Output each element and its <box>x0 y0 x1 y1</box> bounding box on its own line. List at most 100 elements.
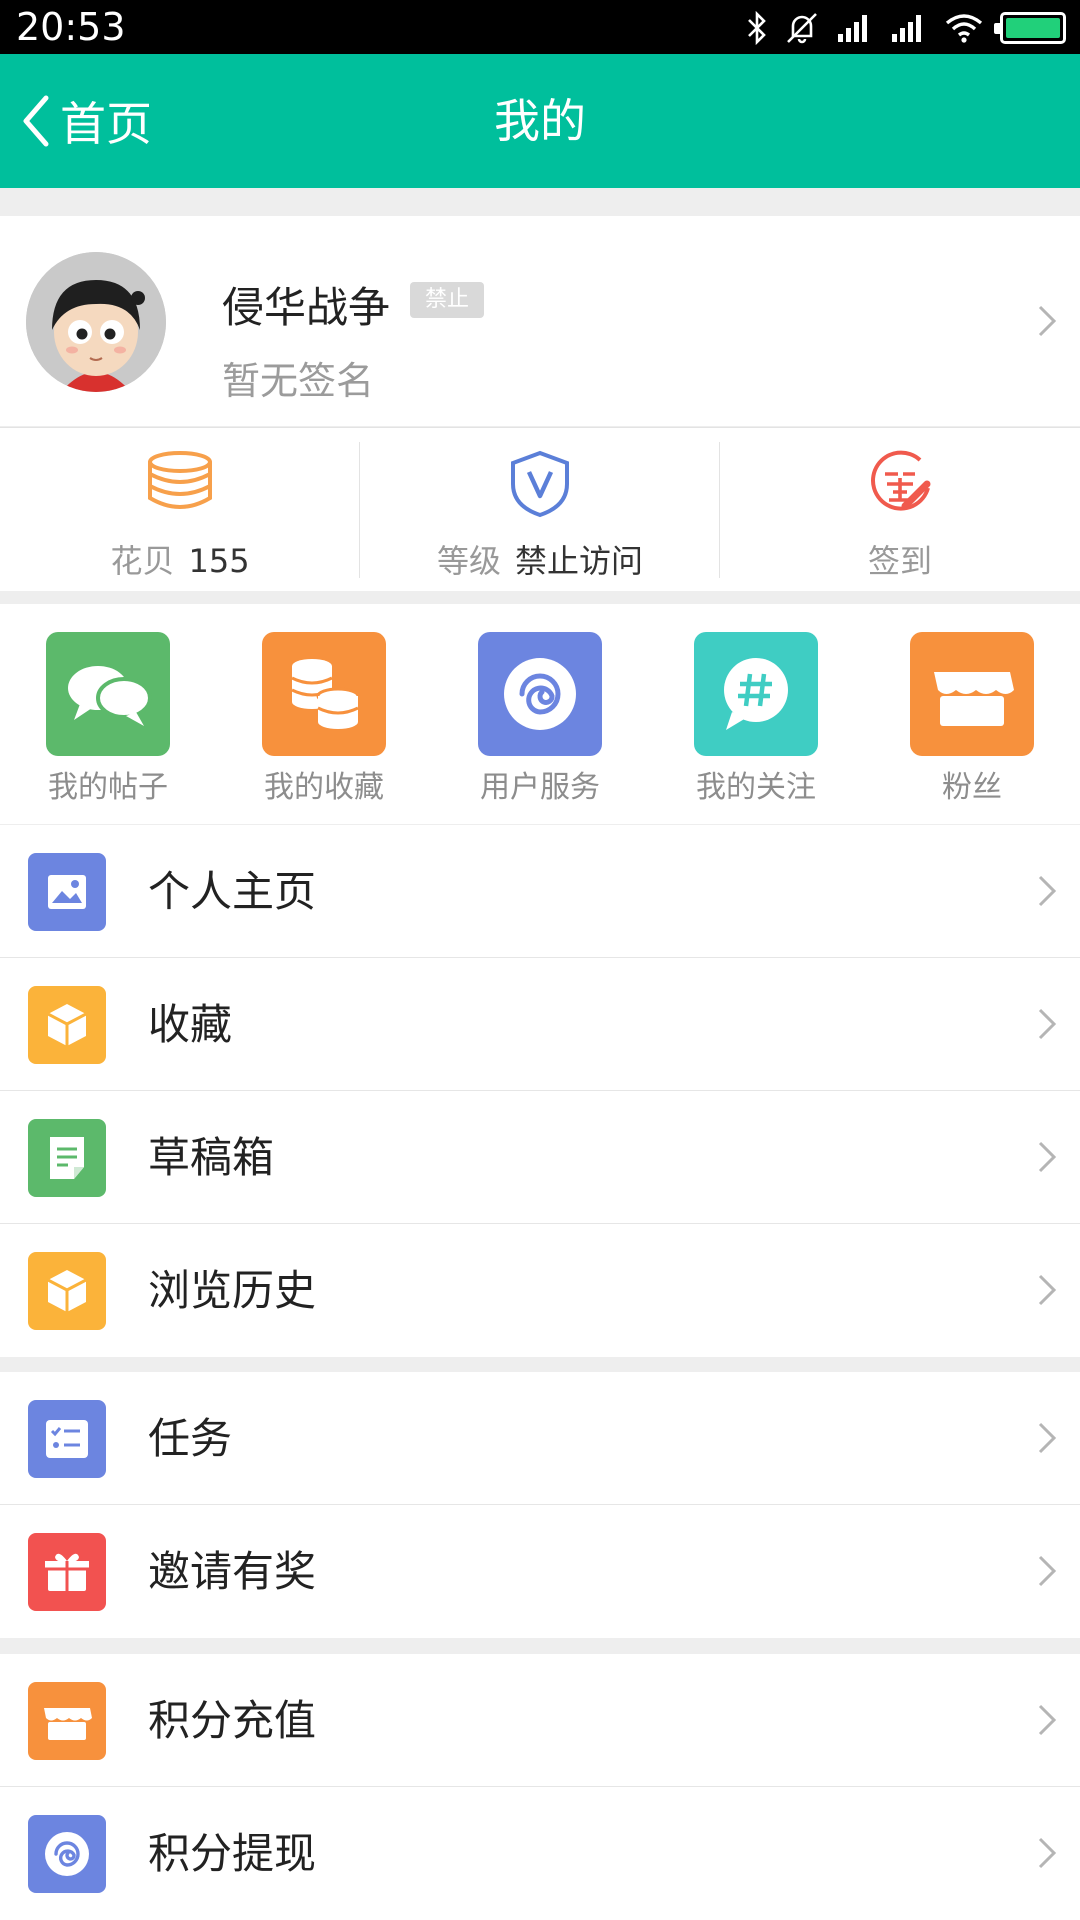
grid-item-user-service[interactable]: 用户服务 <box>432 632 648 812</box>
swirl-icon <box>45 1832 89 1876</box>
avatar[interactable] <box>26 252 166 392</box>
profile-card[interactable]: 侵华战争 禁止 暂无签名 <box>0 216 1080 426</box>
chevron-right-icon <box>1038 1008 1057 1040</box>
chevron-right-icon <box>1038 1555 1057 1587</box>
grid-label: 我的关注 <box>696 770 816 805</box>
grid-label: 用户服务 <box>480 770 600 805</box>
avatar-cartoon-icon <box>26 252 166 392</box>
grid-item-fans[interactable]: 粉丝 <box>864 632 1080 812</box>
menu-icon <box>28 1815 106 1893</box>
signal-1-icon <box>838 15 867 42</box>
menu-icon <box>28 1119 106 1197</box>
menu-icon <box>28 1682 106 1760</box>
menu-group-2: 任务 邀请有奖 <box>0 1372 1080 1638</box>
grid-tile <box>478 632 602 756</box>
menu-group-1: 个人主页 收藏 草稿箱 浏览历史 <box>0 825 1080 1357</box>
menu-label: 浏览历史 <box>148 1266 317 1315</box>
status-icons <box>746 8 1066 48</box>
signal-2-icon <box>892 15 921 42</box>
menu-label: 积分充值 <box>148 1696 317 1745</box>
stat-sign-in-text: 签到 <box>720 536 1080 582</box>
draft-note-icon <box>50 1137 84 1179</box>
back-chevron-icon <box>23 95 49 147</box>
stat-coins-label: 花贝 <box>110 542 175 580</box>
menu-label: 收藏 <box>148 1000 233 1049</box>
grid-tile <box>262 632 386 756</box>
stat-level-value: 禁止访问 <box>515 542 644 580</box>
swirl-icon <box>504 658 576 730</box>
mute-bell-icon <box>787 13 817 44</box>
status-time: 20:53 <box>16 5 126 49</box>
grid-tile <box>46 632 170 756</box>
stat-level[interactable]: 等级 禁止访问 <box>360 428 720 592</box>
status-badge: 禁止 <box>410 282 484 318</box>
menu-item-recharge[interactable]: 积分充值 <box>0 1654 1080 1787</box>
chevron-right-icon <box>1038 1704 1057 1736</box>
grid-item-my-favorites[interactable]: 我的收藏 <box>216 632 432 812</box>
page-title: 我的 <box>494 94 586 148</box>
menu-icon <box>28 986 106 1064</box>
hashtag-bubble-icon <box>724 658 788 730</box>
grid-label: 粉丝 <box>942 770 1002 805</box>
shop-icon <box>934 672 1014 726</box>
stat-level-label: 等级 <box>436 542 501 580</box>
menu-icon <box>28 1252 106 1330</box>
shield-v-icon <box>511 450 569 518</box>
grid-tile <box>694 632 818 756</box>
chat-bubbles-icon <box>68 666 152 726</box>
grid-item-my-posts[interactable]: 我的帖子 <box>0 632 216 812</box>
menu-item-history[interactable]: 浏览历史 <box>0 1224 1080 1357</box>
chevron-right-icon <box>1038 1422 1057 1454</box>
menu-item-withdraw[interactable]: 积分提现 <box>0 1787 1080 1920</box>
menu-item-drafts[interactable]: 草稿箱 <box>0 1091 1080 1224</box>
stat-sign-in[interactable]: 签到 <box>720 428 1080 592</box>
quick-grid: 我的帖子 我的收藏 用户服务 我的关注 粉丝 <box>0 604 1080 824</box>
stat-level-text: 等级 禁止访问 <box>360 536 720 582</box>
menu-item-invite[interactable]: 邀请有奖 <box>0 1505 1080 1638</box>
stat-coins-text: 花贝 155 <box>0 536 360 582</box>
stat-coins[interactable]: 花贝 155 <box>0 428 360 592</box>
menu-label: 积分提现 <box>148 1829 317 1878</box>
shop-icon <box>44 1708 92 1740</box>
signature: 暂无签名 <box>222 359 375 403</box>
menu-label: 邀请有奖 <box>148 1547 317 1596</box>
menu-item-homepage[interactable]: 个人主页 <box>0 825 1080 958</box>
grid-tile <box>910 632 1034 756</box>
sign-in-icon <box>871 450 931 511</box>
chevron-right-icon <box>1038 1837 1057 1869</box>
gift-icon <box>45 1553 89 1591</box>
stats-row: 花贝 155 等级 禁止访问 签到 <box>0 427 1080 591</box>
chevron-right-icon <box>1038 875 1057 907</box>
chevron-right-icon <box>1038 1274 1057 1306</box>
task-list-icon <box>46 1420 88 1458</box>
wifi-icon <box>945 14 983 43</box>
menu-item-tasks[interactable]: 任务 <box>0 1372 1080 1505</box>
stat-coins-value: 155 <box>188 542 250 580</box>
coins-stack-icon <box>148 451 212 509</box>
menu-icon <box>28 1400 106 1478</box>
menu-group-3: 积分充值 积分提现 <box>0 1654 1080 1920</box>
username: 侵华战争 <box>222 283 391 332</box>
back-button[interactable]: 首页 <box>18 90 152 152</box>
coins-icon <box>291 659 360 729</box>
picture-icon <box>48 875 86 909</box>
grid-label: 我的帖子 <box>48 770 168 805</box>
bluetooth-icon <box>748 11 766 45</box>
chevron-right-icon <box>1038 1141 1057 1173</box>
menu-icon <box>28 853 106 931</box>
menu-label: 任务 <box>148 1414 233 1463</box>
menu-icon <box>28 1533 106 1611</box>
back-label: 首页 <box>60 97 152 151</box>
chevron-right-icon <box>1038 305 1057 337</box>
nav-bar: 首页 我的 <box>0 54 1080 188</box>
menu-label: 草稿箱 <box>148 1133 275 1182</box>
menu-label: 个人主页 <box>148 867 317 916</box>
grid-item-my-follows[interactable]: 我的关注 <box>648 632 864 812</box>
status-bar: 20:53 <box>0 0 1080 54</box>
menu-item-favorites[interactable]: 收藏 <box>0 958 1080 1091</box>
box-icon <box>47 1270 87 1312</box>
battery-icon <box>994 12 1066 44</box>
grid-label: 我的收藏 <box>264 770 384 805</box>
stat-sign-in-label: 签到 <box>867 542 932 580</box>
box-icon <box>47 1004 87 1046</box>
